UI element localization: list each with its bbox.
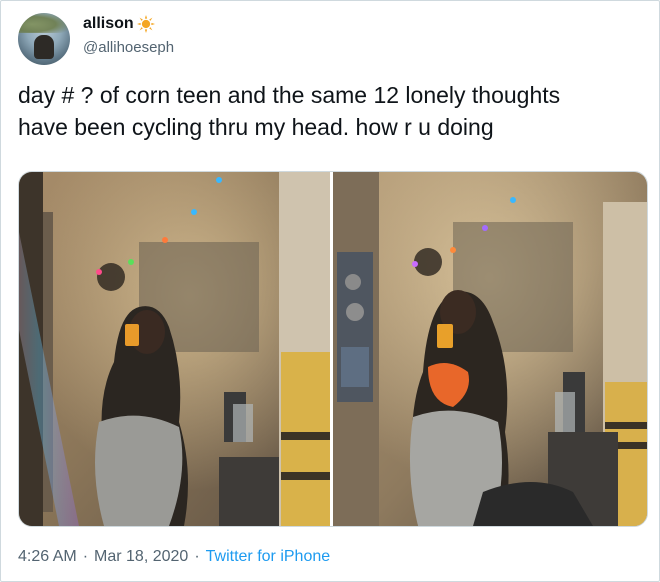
photo-right-image xyxy=(333,172,647,526)
tweet-text-line-2: have been cycling thru my head. how r u … xyxy=(18,114,494,140)
author-handle[interactable]: @allihoeseph xyxy=(83,39,174,56)
meta-separator: · xyxy=(82,548,89,565)
meta-separator: · xyxy=(194,548,200,565)
avatar-foliage xyxy=(18,13,70,33)
sun-icon xyxy=(136,15,155,33)
author-name[interactable]: allison xyxy=(83,15,134,33)
tweet-date[interactable]: Mar 18, 2020 xyxy=(94,548,188,566)
tweet-text-line-1: day # ? of corn teen and the same 12 lon… xyxy=(18,82,561,108)
tweet-meta: 4:26 AM · Mar 18, 2020 · Twitter for iPh… xyxy=(18,548,330,566)
tweet-text: day # ? of corn teen and the same 12 lon… xyxy=(18,79,643,143)
tweet-card: allison @allihoeseph day # ? of corn tee… xyxy=(0,0,660,582)
tweet-time[interactable]: 4:26 AM xyxy=(18,548,77,566)
tweet-source-link[interactable]: Twitter for iPhone xyxy=(206,548,331,566)
avatar[interactable] xyxy=(18,13,70,65)
author-name-row[interactable]: allison xyxy=(83,15,155,33)
photo-left[interactable] xyxy=(19,172,330,526)
photo-right[interactable] xyxy=(333,172,647,526)
avatar-figure xyxy=(34,35,54,59)
photo-left-image xyxy=(19,172,330,526)
media-grid xyxy=(18,171,648,527)
